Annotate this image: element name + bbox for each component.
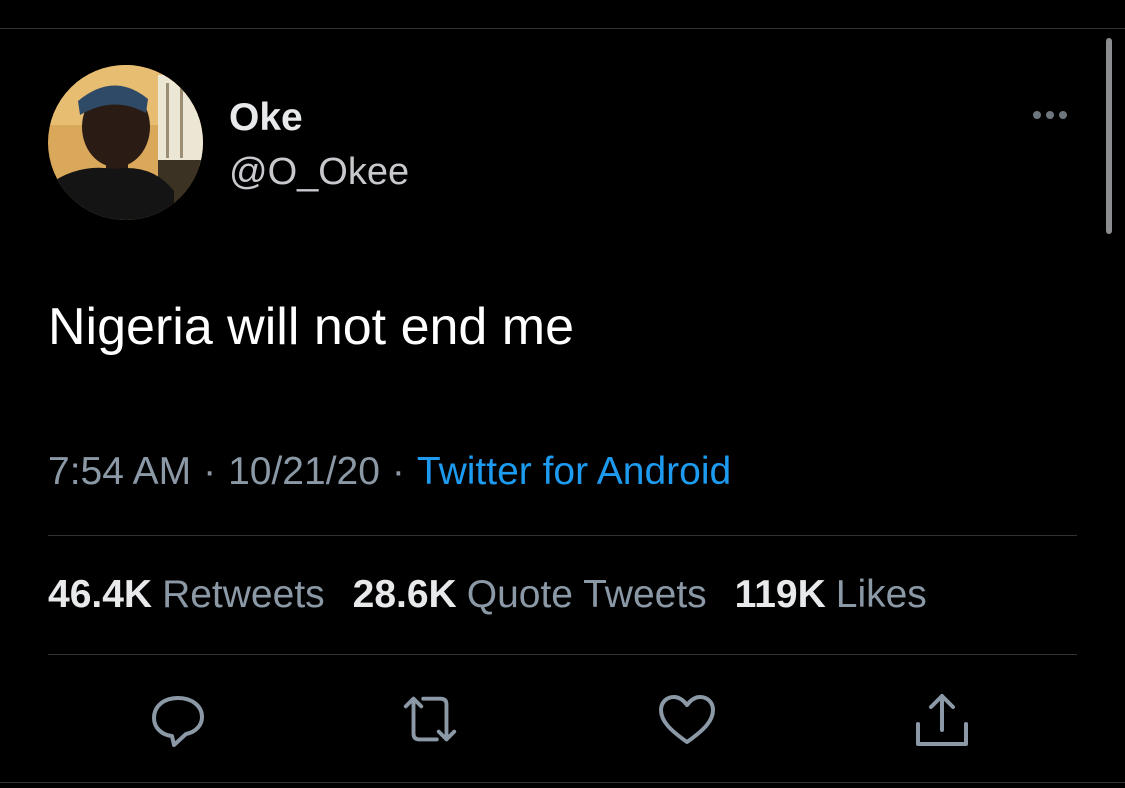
likes-stat[interactable]: 119K Likes — [735, 572, 927, 618]
bottom-divider — [0, 782, 1125, 783]
user-handle[interactable]: @O_Okee — [229, 150, 409, 194]
avatar[interactable] — [48, 65, 203, 220]
meta-separator: · — [391, 450, 405, 493]
display-name[interactable]: Oke — [229, 96, 303, 140]
share-icon — [916, 694, 968, 746]
divider — [48, 654, 1077, 655]
likes-label: Likes — [835, 573, 927, 616]
top-divider — [0, 28, 1125, 29]
divider — [48, 535, 1077, 536]
quote-tweets-label: Quote Tweets — [466, 573, 707, 616]
share-button[interactable] — [910, 690, 974, 750]
tweet-date[interactable]: 10/21/20 — [228, 450, 380, 493]
more-icon — [1033, 111, 1041, 119]
retweets-label: Retweets — [162, 573, 325, 616]
tweet-source-link[interactable]: Twitter for Android — [417, 450, 731, 493]
likes-count: 119K — [734, 573, 826, 616]
retweets-count: 46.4K — [48, 573, 153, 616]
retweet-button[interactable] — [398, 690, 462, 750]
retweet-icon — [403, 696, 457, 742]
avatar-image — [48, 65, 203, 220]
tweet-actions — [0, 690, 1125, 750]
more-icon — [1046, 111, 1054, 119]
like-button[interactable] — [655, 690, 719, 750]
quote-tweets-count: 28.6K — [352, 573, 457, 616]
more-icon — [1059, 111, 1067, 119]
more-options-button[interactable] — [1026, 100, 1074, 130]
tweet-stats: 46.4K Retweets 28.6K Quote Tweets 119K Like… — [48, 572, 927, 618]
like-icon — [659, 695, 715, 744]
tweet-meta: 7:54 AM · 10/21/20 · Twitter for Android — [48, 449, 731, 495]
scrollbar[interactable] — [1106, 38, 1112, 234]
meta-separator: · — [203, 450, 217, 493]
tweet-time[interactable]: 7:54 AM — [48, 450, 191, 493]
retweets-stat[interactable]: 46.4K Retweets — [48, 572, 325, 618]
reply-button[interactable] — [146, 690, 210, 750]
quote-tweets-stat[interactable]: 28.6K Quote Tweets — [353, 572, 707, 618]
tweet-text: Nigeria will not end me — [48, 298, 575, 356]
reply-icon — [152, 696, 204, 747]
